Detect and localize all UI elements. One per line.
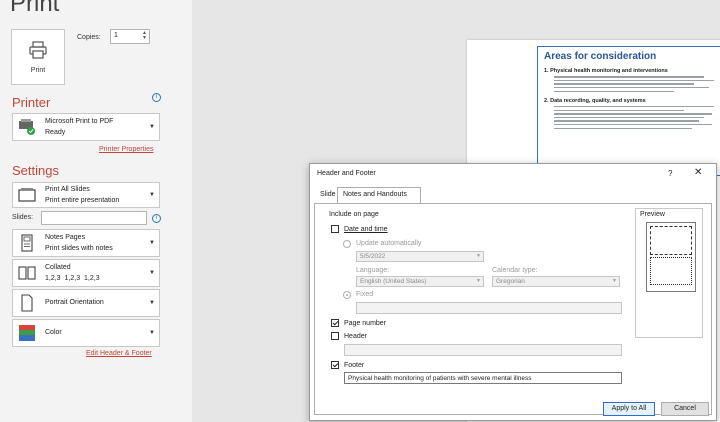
print-what-dropdown[interactable]: Print All Slides Print entire presentati… [12, 182, 160, 208]
chevron-down-icon: ▼ [149, 300, 155, 306]
orientation-line1: Portrait Orientation [45, 299, 104, 306]
help-icon[interactable]: ? [668, 169, 672, 178]
header-field[interactable] [344, 344, 622, 356]
layout-dropdown[interactable]: Notes Pages Print slides with notes ▼ [12, 229, 160, 257]
chevron-down-icon: ▼ [149, 270, 155, 276]
info-icon[interactable]: i [152, 93, 161, 102]
print-button-label: Print [30, 67, 46, 74]
fixed-date-field[interactable] [356, 302, 622, 314]
orientation-dropdown[interactable]: Portrait Orientation ▼ [12, 289, 160, 317]
color-dropdown[interactable]: Color ▼ [12, 319, 160, 347]
slide-placeholder [650, 226, 692, 255]
settings-section-title: Settings [12, 163, 59, 178]
tab-notes-and-handouts[interactable]: Notes and Handouts [343, 191, 407, 198]
dialog-title: Header and Footer [317, 170, 376, 177]
footer-field[interactable]: Physical health monitoring of patients w… [344, 372, 622, 384]
preview-thumbnail [646, 222, 696, 292]
printer-icon [29, 41, 47, 59]
edit-header-footer-link[interactable]: Edit Header & Footer [86, 350, 152, 357]
print-settings-pane: Print Print Copies: 1 ▲ ▼ Printer i Micro… [0, 0, 192, 422]
header-checkbox[interactable] [331, 332, 339, 340]
page-number-checkbox[interactable] [331, 319, 339, 327]
chevron-down-icon: ▼ [149, 240, 155, 246]
tab-slide[interactable]: Slide [320, 191, 336, 198]
close-icon[interactable]: ✕ [694, 167, 702, 178]
page-number-label: Page number [344, 320, 387, 327]
color-line1: Color [45, 329, 62, 336]
apply-to-all-button[interactable]: Apply to All [603, 402, 655, 416]
layout-line2: Print slides with notes [45, 245, 113, 252]
collation-dropdown[interactable]: Collated 1,2,3 1,2,3 1,2,3 ▼ [12, 259, 160, 287]
printer-dropdown[interactable]: Microsoft Print to PDF Ready ▼ [12, 113, 160, 141]
copies-stepper[interactable]: ▲ ▼ [142, 31, 147, 41]
print-what-line2: Print entire presentation [45, 197, 120, 204]
footer-label: Footer [344, 362, 365, 369]
notes-page-icon [21, 234, 33, 252]
notes-placeholder [650, 257, 692, 285]
copies-label: Copies: [77, 34, 101, 41]
chevron-down-icon: ▼ [149, 330, 155, 336]
date-format-select[interactable]: 5/5/2022 ▼ [356, 251, 484, 262]
print-button[interactable]: Print [11, 29, 65, 85]
fixed-radio[interactable] [343, 291, 351, 299]
include-on-page-label: Include on page [329, 211, 379, 218]
collation-line1: Collated [45, 264, 71, 271]
collation-line2: 1,2,3 1,2,3 1,2,3 [45, 275, 100, 282]
preview-slide-title: Areas for consideration [544, 51, 657, 62]
layout-line1: Notes Pages [45, 234, 86, 241]
slides-label: Slides: [12, 214, 34, 221]
info-icon[interactable]: i [152, 214, 161, 223]
calendar-label: Calendar type: [492, 267, 538, 274]
portrait-icon [21, 294, 33, 312]
slides-icon [18, 188, 36, 202]
cancel-button[interactable]: Cancel [661, 402, 709, 416]
printer-name: Microsoft Print to PDF [45, 118, 114, 125]
color-icon [19, 325, 35, 341]
slides-input[interactable] [41, 211, 147, 225]
update-auto-radio[interactable] [343, 240, 351, 248]
print-what-line1: Print All Slides [45, 186, 90, 193]
printer-section-title: Printer [12, 95, 51, 110]
preview-slide: Areas for consideration 1. Physical heal… [537, 46, 720, 176]
date-time-label: Date and time [344, 226, 388, 233]
chevron-down-icon: ▼ [149, 192, 155, 198]
language-label: Language: [356, 267, 390, 274]
calendar-select[interactable]: Gregorian ▼ [492, 276, 620, 287]
language-select[interactable]: English (United States) ▼ [356, 276, 484, 287]
copies-value: 1 [114, 32, 118, 39]
date-time-checkbox[interactable] [331, 225, 339, 233]
update-auto-label: Update automatically [356, 240, 422, 247]
printer-properties-link[interactable]: Printer Properties [99, 146, 153, 153]
chevron-down-icon: ▼ [149, 124, 155, 130]
printer-ready-icon [19, 119, 35, 135]
collated-icon [18, 266, 36, 280]
preview-slide-item: 1. Physical health monitoring and interv… [544, 68, 668, 74]
printer-status: Ready [45, 129, 66, 136]
preview-slide-item: 2. Data recording, quality, and systems [544, 97, 646, 104]
header-label: Header [344, 333, 367, 340]
preview-label: Preview [640, 211, 665, 218]
header-footer-dialog: Header and Footer ? ✕ Slide Notes and Ha… [309, 163, 717, 421]
copies-input[interactable]: 1 ▲ ▼ [110, 29, 150, 44]
footer-checkbox[interactable] [331, 361, 339, 369]
fixed-label: Fixed [356, 291, 374, 298]
page-title: Print [10, 0, 60, 17]
